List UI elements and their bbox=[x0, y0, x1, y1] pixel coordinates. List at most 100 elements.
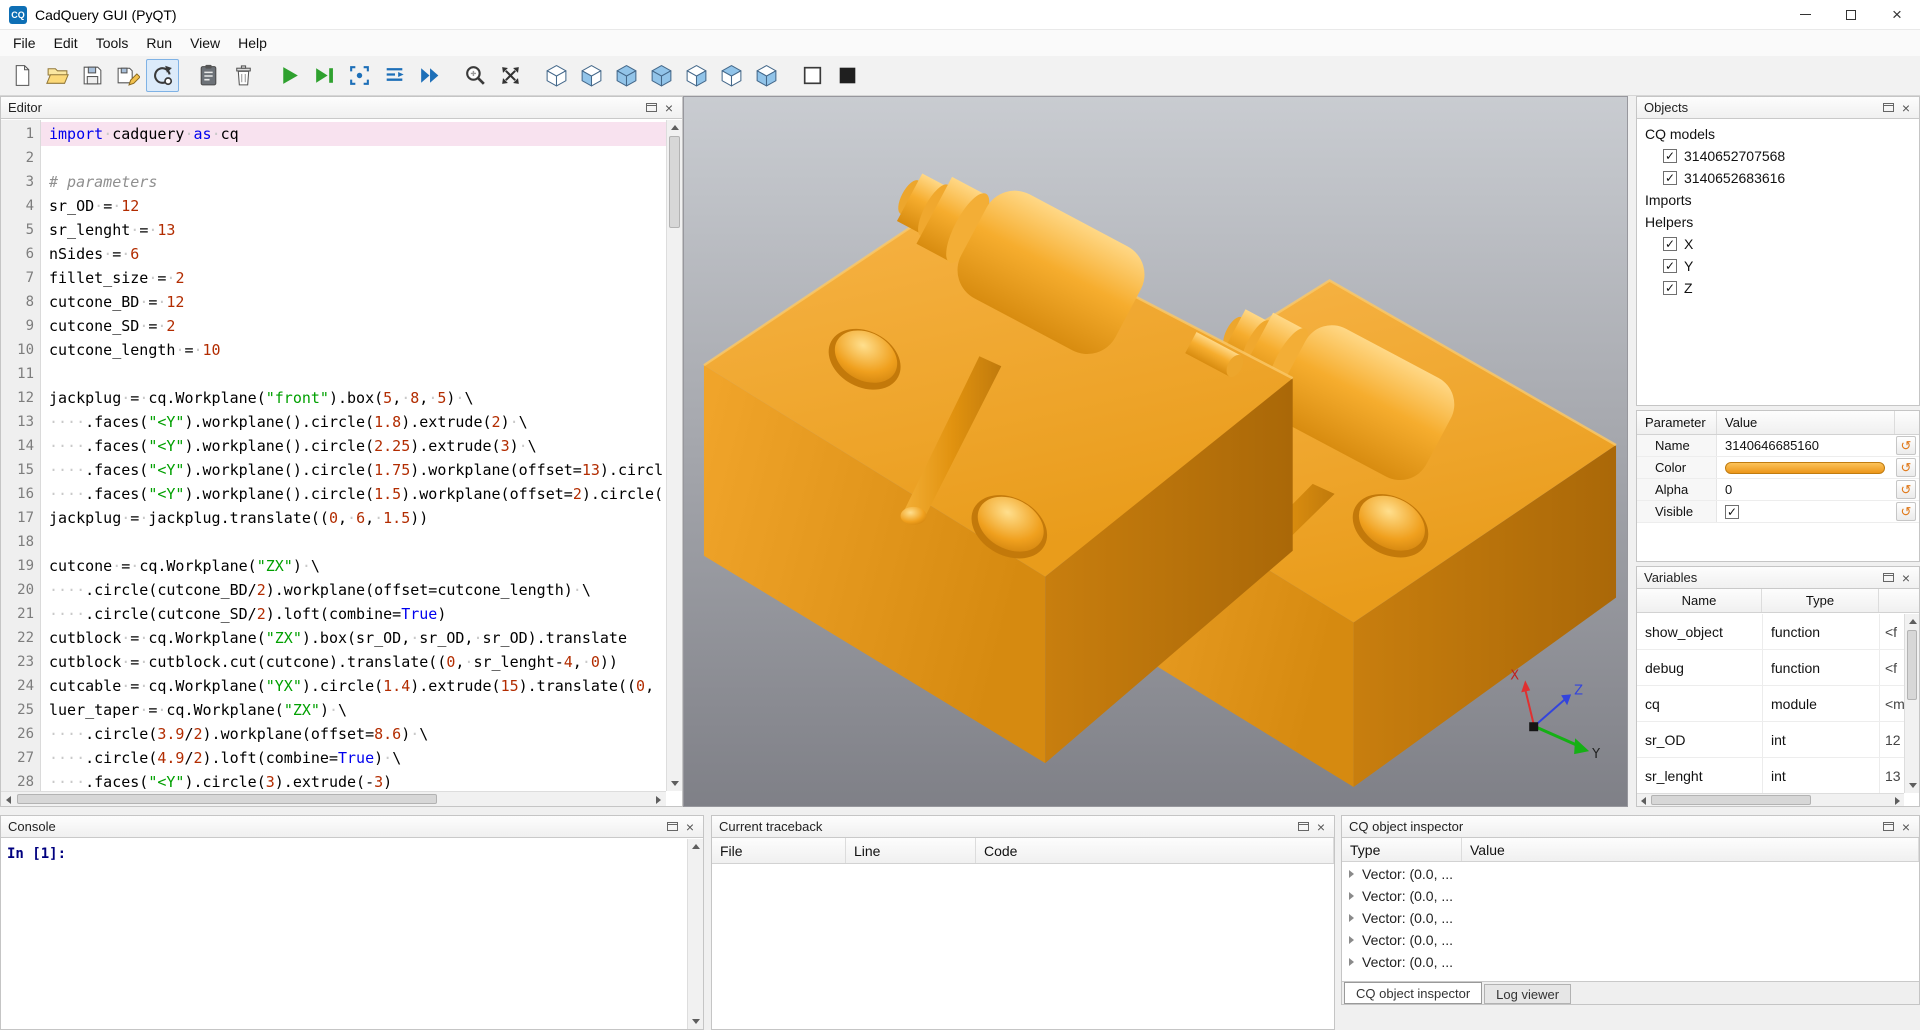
float-panel-button[interactable] bbox=[1879, 570, 1897, 586]
close-panel-button[interactable]: × bbox=[1897, 570, 1915, 586]
checkbox[interactable]: ✓ bbox=[1725, 505, 1739, 519]
expand-arrow-icon[interactable] bbox=[1349, 870, 1354, 878]
scroll-down-arrow[interactable] bbox=[688, 1014, 703, 1029]
property-value[interactable] bbox=[1717, 457, 1895, 478]
code-line-4[interactable]: sr_OD·=·12 bbox=[41, 194, 682, 218]
minimize-button[interactable] bbox=[1782, 0, 1828, 29]
scroll-up-arrow[interactable] bbox=[688, 839, 703, 854]
objects-tree-item[interactable]: ✓Y bbox=[1637, 255, 1919, 277]
toolbar-zoom-to-fit-button[interactable] bbox=[459, 59, 492, 92]
reset-button[interactable]: ↺ bbox=[1896, 480, 1916, 499]
scroll-right-arrow[interactable] bbox=[1891, 794, 1904, 807]
float-panel-button[interactable] bbox=[1879, 819, 1897, 835]
close-panel-button[interactable]: × bbox=[1312, 819, 1330, 835]
code-line-26[interactable]: ····.circle(3.9/2).workplane(offset=8.6)… bbox=[41, 722, 682, 746]
toolbar-wireframe-mode-button[interactable] bbox=[796, 59, 829, 92]
toolbar-render-checkpoints-button[interactable] bbox=[343, 59, 376, 92]
toolbar-autoreload-button[interactable] bbox=[146, 59, 179, 92]
code-line-22[interactable]: cutblock·=·cq.Workplane("ZX").box(sr_OD,… bbox=[41, 626, 682, 650]
code-line-16[interactable]: ····.faces("<Y").workplane().circle(1.5)… bbox=[41, 482, 682, 506]
expand-arrow-icon[interactable] bbox=[1349, 936, 1354, 944]
code-line-2[interactable] bbox=[41, 146, 682, 170]
toolbar-run-button[interactable] bbox=[273, 59, 306, 92]
expand-arrow-icon[interactable] bbox=[1349, 914, 1354, 922]
code-line-27[interactable]: ····.circle(4.9/2).loft(combine=True)·\ bbox=[41, 746, 682, 770]
objects-tree-item[interactable]: ✓X bbox=[1637, 233, 1919, 255]
code-line-5[interactable]: sr_lenght·=·13 bbox=[41, 218, 682, 242]
menu-item-help[interactable]: Help bbox=[229, 32, 276, 54]
checkbox[interactable]: ✓ bbox=[1663, 149, 1677, 163]
toolbar-save-as-button[interactable] bbox=[111, 59, 144, 92]
reset-button[interactable]: ↺ bbox=[1896, 502, 1916, 521]
variables-column-type[interactable]: Type bbox=[1762, 589, 1879, 612]
toolbar-view-right-button[interactable] bbox=[680, 59, 713, 92]
reset-button[interactable]: ↺ bbox=[1896, 436, 1916, 455]
code-line-9[interactable]: cutcone_SD·=·2 bbox=[41, 314, 682, 338]
inspector-column-type[interactable]: Type bbox=[1342, 838, 1462, 861]
code-line-7[interactable]: fillet_size·=·2 bbox=[41, 266, 682, 290]
code-line-13[interactable]: ····.faces("<Y").workplane().circle(1.8)… bbox=[41, 410, 682, 434]
toolbar-toc-button[interactable] bbox=[378, 59, 411, 92]
checkbox[interactable]: ✓ bbox=[1663, 259, 1677, 273]
tab-log-viewer[interactable]: Log viewer bbox=[1484, 984, 1571, 1004]
objects-tree-item[interactable]: ✓3140652707568 bbox=[1637, 145, 1919, 167]
variable-row-cq[interactable]: cqmodule<m bbox=[1637, 686, 1904, 722]
toolbar-open-file-button[interactable] bbox=[41, 59, 74, 92]
scroll-up-arrow[interactable] bbox=[667, 120, 682, 135]
scroll-down-arrow[interactable] bbox=[667, 776, 682, 791]
float-panel-button[interactable] bbox=[1294, 819, 1312, 835]
objects-tree-section-imports[interactable]: Imports bbox=[1637, 189, 1919, 211]
variables-column-name[interactable]: Name bbox=[1637, 589, 1762, 612]
checkbox[interactable]: ✓ bbox=[1663, 237, 1677, 251]
toolbar-delete-objects-button[interactable] bbox=[227, 59, 260, 92]
close-panel-button[interactable]: × bbox=[660, 100, 678, 116]
traceback-column-code[interactable]: Code bbox=[976, 838, 1334, 863]
menu-item-run[interactable]: Run bbox=[137, 32, 181, 54]
property-value[interactable]: ✓ bbox=[1717, 501, 1895, 522]
menu-item-tools[interactable]: Tools bbox=[87, 32, 138, 54]
editor-vertical-scrollbar[interactable] bbox=[666, 120, 682, 791]
toolbar-view-back-button[interactable] bbox=[610, 59, 643, 92]
scrollbar-thumb[interactable] bbox=[1651, 795, 1811, 805]
inspector-row[interactable]: Vector: (0.0, ... bbox=[1342, 907, 1919, 929]
code-line-21[interactable]: ····.circle(cutcone_SD/2).loft(combine=T… bbox=[41, 602, 682, 626]
toolbar-new-file-button[interactable] bbox=[6, 59, 39, 92]
code-line-17[interactable]: jackplug·=·jackplug.translate((0,·6,·1.5… bbox=[41, 506, 682, 530]
variables-horizontal-scrollbar[interactable] bbox=[1637, 793, 1904, 806]
property-value[interactable]: 0 bbox=[1717, 479, 1895, 500]
code-line-24[interactable]: cutcable·=·cq.Workplane("YX").circle(1.4… bbox=[41, 674, 682, 698]
close-panel-button[interactable]: × bbox=[1897, 819, 1915, 835]
code-line-1[interactable]: import·cadquery·as·cq bbox=[41, 122, 682, 146]
toolbar-debug-button[interactable] bbox=[308, 59, 341, 92]
editor-code-area[interactable]: import·cadquery·as·cq# parameterssr_OD·=… bbox=[41, 120, 682, 791]
variable-row-sr_OD[interactable]: sr_ODint12 bbox=[1637, 722, 1904, 758]
scroll-left-arrow[interactable] bbox=[1, 792, 16, 807]
properties-column-parameter[interactable]: Parameter bbox=[1637, 411, 1717, 434]
console-output[interactable]: In [1]: bbox=[1, 839, 687, 1029]
code-line-20[interactable]: ····.circle(cutcone_BD/2).workplane(offs… bbox=[41, 578, 682, 602]
toolbar-view-top-button[interactable] bbox=[715, 59, 748, 92]
float-panel-button[interactable] bbox=[1879, 100, 1897, 116]
toolbar-clean-console-button[interactable] bbox=[192, 59, 225, 92]
code-line-11[interactable] bbox=[41, 362, 682, 386]
objects-tree-section-cq-models[interactable]: CQ models bbox=[1637, 123, 1919, 145]
code-line-18[interactable] bbox=[41, 530, 682, 554]
menu-item-edit[interactable]: Edit bbox=[45, 32, 87, 54]
console-vertical-scrollbar[interactable] bbox=[687, 839, 703, 1029]
inspector-row[interactable]: Vector: (0.0, ... bbox=[1342, 951, 1919, 973]
expand-arrow-icon[interactable] bbox=[1349, 958, 1354, 966]
code-line-12[interactable]: jackplug·=·cq.Workplane("front").box(5,·… bbox=[41, 386, 682, 410]
toolbar-view-bottom-button[interactable] bbox=[750, 59, 783, 92]
close-panel-button[interactable]: × bbox=[1897, 100, 1915, 116]
code-line-14[interactable]: ····.faces("<Y").workplane().circle(2.25… bbox=[41, 434, 682, 458]
checkbox[interactable]: ✓ bbox=[1663, 171, 1677, 185]
scrollbar-thumb[interactable] bbox=[17, 794, 437, 804]
inspector-row[interactable]: Vector: (0.0, ... bbox=[1342, 863, 1919, 885]
editor-horizontal-scrollbar[interactable] bbox=[1, 791, 666, 806]
toolbar-shaded-mode-button[interactable] bbox=[831, 59, 864, 92]
scroll-left-arrow[interactable] bbox=[1637, 794, 1650, 807]
checkbox[interactable]: ✓ bbox=[1663, 281, 1677, 295]
traceback-column-line[interactable]: Line bbox=[846, 838, 976, 863]
scrollbar-thumb[interactable] bbox=[669, 136, 680, 228]
color-swatch[interactable] bbox=[1725, 462, 1885, 474]
